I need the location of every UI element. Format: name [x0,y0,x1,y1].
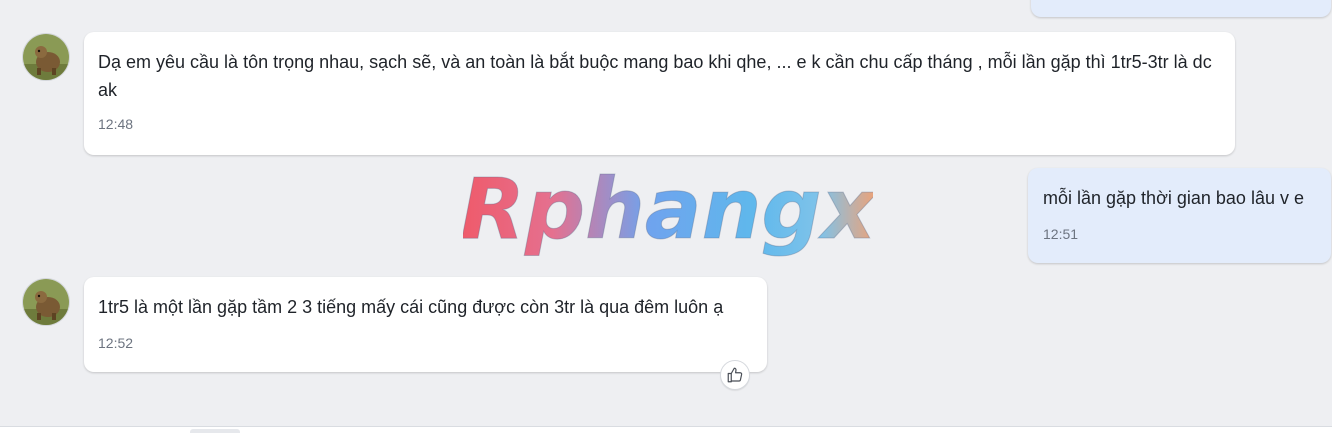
message-text: 1tr5 là một lần gặp tầm 2 3 tiếng mấy cá… [98,297,724,317]
message-time: 12:48 [98,116,134,132]
watermark-logo: Rphangx [463,166,873,259]
message-text: mỗi lần gặp thời gian bao lâu v e [1043,188,1304,208]
message-time: 12:51 [1043,226,1079,242]
contact-avatar-icon[interactable] [22,278,70,326]
message-bubble-incoming[interactable]: Dạ em yêu cầu là tôn trọng nhau, sạch sẽ… [84,32,1235,155]
thumbs-up-icon[interactable] [720,360,750,390]
watermark-text: Rphangx [463,166,873,258]
chat-conversation[interactable]: Dạ em yêu cầu là tôn trọng nhau, sạch sẽ… [0,0,1332,433]
previous-message-bubble[interactable] [1031,0,1331,17]
message-time: 12:52 [98,335,134,351]
message-bubble-incoming[interactable]: 1tr5 là một lần gặp tầm 2 3 tiếng mấy cá… [84,277,767,372]
message-bubble-outgoing[interactable]: mỗi lần gặp thời gian bao lâu v e 12:51 [1028,168,1331,263]
message-text: Dạ em yêu cầu là tôn trọng nhau, sạch sẽ… [98,52,1212,100]
contact-avatar-icon[interactable] [22,33,70,81]
composer-tab[interactable] [190,429,240,433]
